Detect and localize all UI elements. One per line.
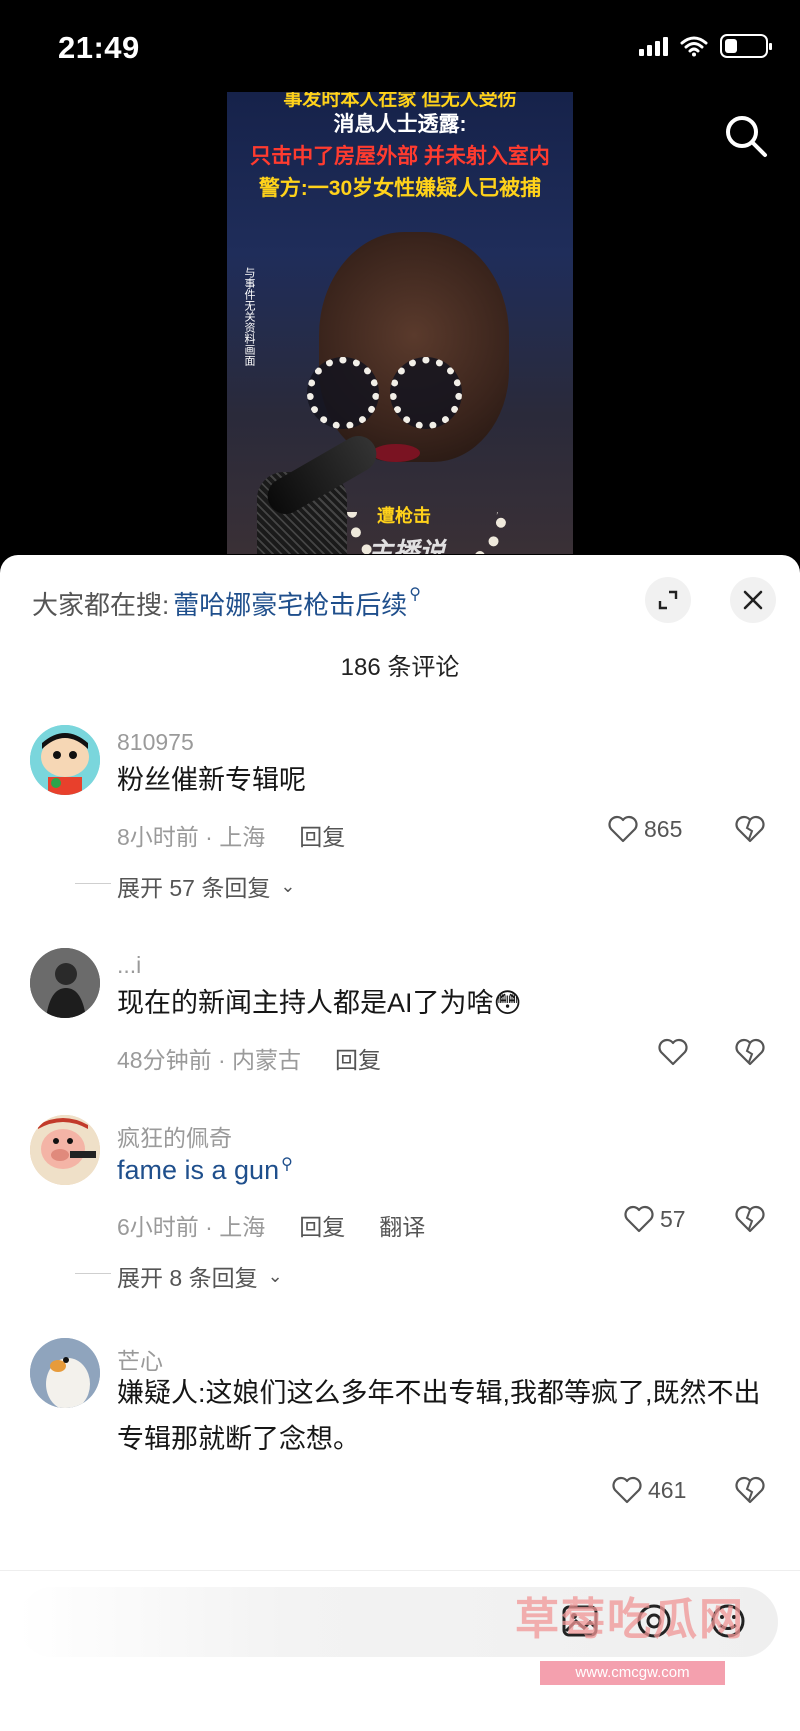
expand-icon	[658, 590, 678, 610]
chevron-down-icon: ⌄	[280, 875, 296, 896]
reply-button[interactable]: 回复	[299, 818, 345, 852]
comment-username[interactable]: 810975	[117, 729, 194, 756]
comment-text-link[interactable]: fame is a gun ⚲	[117, 1147, 757, 1198]
chevron-down-icon: ⌄	[267, 1265, 283, 1286]
pearl-glasses-left	[307, 357, 379, 429]
avatar[interactable]	[30, 948, 100, 1018]
expand-button[interactable]	[645, 577, 691, 623]
site-url-watermark: www.cmcgw.com	[540, 1661, 725, 1685]
comment-time-location: 48分钟前 · 内蒙古	[117, 1047, 302, 1073]
like-count: 57	[660, 1205, 686, 1232]
avatar[interactable]	[30, 1338, 100, 1408]
like-button[interactable]: 865	[608, 815, 682, 843]
heart-icon	[658, 1038, 688, 1066]
expand-replies-button[interactable]: 展开 8 条回复 ⌄	[75, 1259, 283, 1293]
photo-avatar-icon	[30, 948, 100, 1018]
comment-time-location: 8小时前 · 上海	[117, 824, 266, 850]
divider	[75, 883, 111, 884]
broken-heart-icon	[735, 815, 765, 843]
like-count: 461	[648, 1476, 687, 1503]
video-side-note: 与事件无关资料画面	[243, 267, 255, 366]
comment-meta: 6小时前 · 上海 回复 翻译	[117, 1208, 425, 1242]
comment-time-location: 6小时前 · 上海	[117, 1214, 266, 1240]
video-brand-watermark: 主播说	[367, 537, 446, 554]
like-count: 865	[644, 815, 683, 842]
avatar[interactable]	[30, 1115, 100, 1185]
goose-avatar-icon	[30, 1338, 100, 1408]
dislike-button[interactable]	[735, 1205, 765, 1238]
translate-button[interactable]: 翻译	[379, 1208, 425, 1242]
reply-button[interactable]: 回复	[335, 1041, 381, 1075]
comment-input-bar: 草莓吃瓜网 www.cmcgw.com	[0, 1570, 800, 1731]
trending-search-keyword[interactable]: 蕾哈娜豪宅枪击后续	[173, 585, 407, 622]
like-button[interactable]: 57	[624, 1205, 686, 1233]
site-watermark: 草莓吃瓜网	[515, 1595, 745, 1644]
avatar[interactable]	[30, 725, 100, 795]
like-button[interactable]: 461	[612, 1476, 686, 1504]
like-button[interactable]	[658, 1038, 688, 1066]
video-caption-line3: 警方:一30岁女性嫌疑人已被捕	[258, 177, 542, 200]
divider	[75, 1273, 111, 1274]
broken-heart-icon	[735, 1038, 765, 1066]
heart-icon	[624, 1205, 654, 1233]
comment-text: 现在的新闻主持人都是AI了为啥😳	[117, 988, 522, 1018]
video-area: 事发时本人在家 但无人受伤 消息人士透露: 只击中了房屋外部 并未射入室内 警方…	[0, 0, 800, 555]
video-caption-line2: 只击中了房屋外部 并未射入室内	[250, 145, 550, 168]
heart-icon	[608, 815, 638, 843]
expand-replies-label: 展开 57 条回复	[117, 875, 271, 901]
pig-avatar-icon	[30, 1115, 100, 1185]
close-icon	[743, 590, 763, 610]
comment-text: 嫌疑人:这娘们这么多年不出专辑,我都等疯了,既然不出专辑那就断了念想。	[117, 1378, 761, 1454]
comment-text: 粉丝催新专辑呢	[117, 765, 306, 795]
small-search-icon: ⚲	[281, 1156, 293, 1173]
expand-replies-label: 展开 8 条回复	[117, 1265, 258, 1291]
video-caption-line1: 消息人士透露:	[333, 113, 467, 136]
performer-lips	[372, 444, 420, 462]
expand-replies-button[interactable]: 展开 57 条回复 ⌄	[75, 869, 296, 903]
pearl-glasses-right	[390, 357, 462, 429]
dislike-button[interactable]	[735, 815, 765, 848]
cartoon-avatar-icon	[30, 725, 100, 795]
dislike-button[interactable]	[735, 1476, 765, 1509]
reply-button[interactable]: 回复	[299, 1208, 345, 1242]
dislike-button[interactable]	[735, 1038, 765, 1071]
search-icon[interactable]	[722, 112, 770, 160]
comment-count: 186 条评论	[340, 654, 460, 681]
video-caption-top: 事发时本人在家 但无人受伤	[283, 92, 517, 110]
broken-heart-icon	[735, 1205, 765, 1233]
small-search-icon: ⚲	[409, 585, 421, 603]
comment-link-text: fame is a gun	[117, 1155, 280, 1185]
video-frame[interactable]: 事发时本人在家 但无人受伤 消息人士透露: 只击中了房屋外部 并未射入室内 警方…	[227, 92, 573, 554]
heart-icon	[612, 1476, 642, 1504]
comment-meta: 8小时前 · 上海 回复	[117, 818, 345, 852]
close-button[interactable]	[730, 577, 776, 623]
trending-search-prefix: 大家都在搜:	[32, 590, 170, 620]
comment-meta: 48分钟前 · 内蒙古 回复	[117, 1041, 381, 1075]
trending-search[interactable]: 大家都在搜: 蕾哈娜豪宅枪击后续 ⚲	[32, 585, 421, 622]
video-label: 遭枪击	[377, 506, 431, 526]
comment-sheet: 大家都在搜: 蕾哈娜豪宅枪击后续 ⚲ 186 条评论 810975 粉丝催新专辑…	[0, 555, 800, 1731]
comment-username[interactable]: ...i	[117, 952, 141, 979]
broken-heart-icon	[735, 1476, 765, 1504]
